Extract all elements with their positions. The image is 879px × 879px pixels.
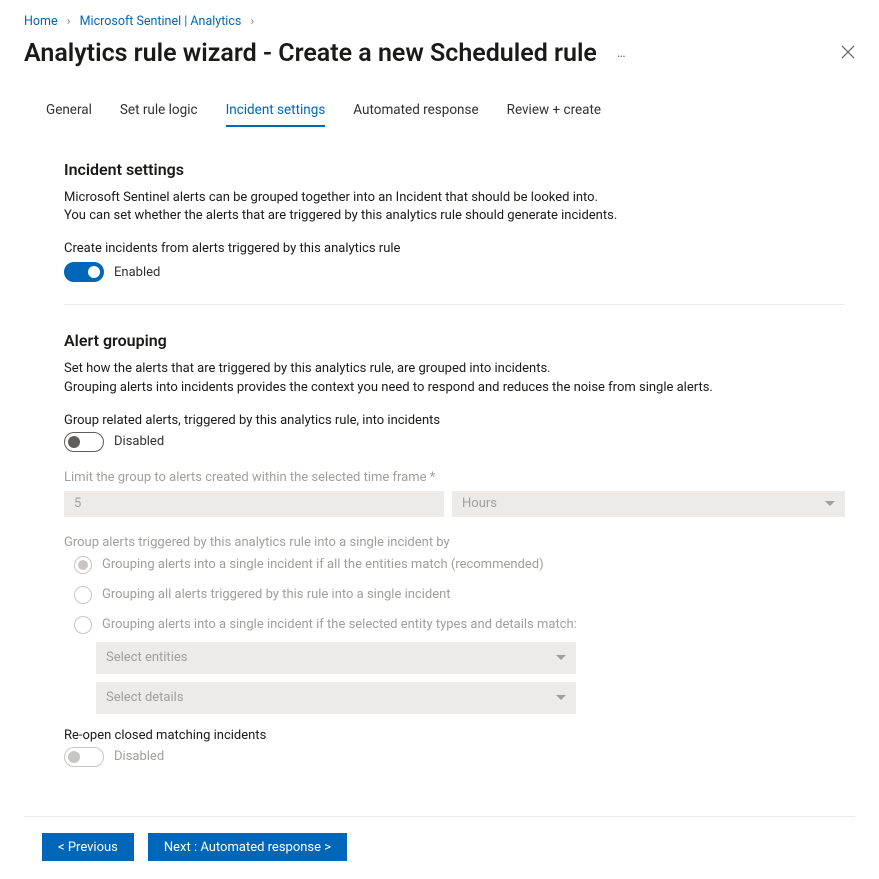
select-entities[interactable]: Select entities xyxy=(96,642,576,674)
select-details[interactable]: Select details xyxy=(96,682,576,714)
reopen-closed-toggle-state: Disabled xyxy=(114,749,164,764)
close-icon[interactable] xyxy=(841,44,855,63)
limit-timeframe-unit-value: Hours xyxy=(462,496,497,511)
more-icon[interactable]: … xyxy=(617,46,628,61)
limit-timeframe-unit-select[interactable]: Hours xyxy=(452,491,845,517)
create-incidents-toggle-state: Enabled xyxy=(114,265,160,280)
group-related-toggle[interactable] xyxy=(64,432,104,452)
tab-review-create[interactable]: Review + create xyxy=(507,96,601,126)
reopen-closed-toggle[interactable] xyxy=(64,747,104,767)
header: Analytics rule wizard - Create a new Sch… xyxy=(24,39,855,68)
radio-selected-types-label: Grouping alerts into a single incident i… xyxy=(102,617,577,632)
chevron-right-icon: › xyxy=(67,14,71,29)
incident-settings-description: Microsoft Sentinel alerts can be grouped… xyxy=(64,189,845,225)
select-details-placeholder: Select details xyxy=(106,690,184,705)
group-by-label: Group alerts triggered by this analytics… xyxy=(64,535,845,550)
next-button[interactable]: Next : Automated response > xyxy=(148,833,347,861)
create-incidents-toggle[interactable] xyxy=(64,262,104,282)
page-title: Analytics rule wizard - Create a new Sch… xyxy=(24,39,597,68)
select-entities-placeholder: Select entities xyxy=(106,650,187,665)
radio-all-alerts-label: Grouping all alerts triggered by this ru… xyxy=(102,587,451,602)
section-heading-alert-grouping: Alert grouping xyxy=(64,331,845,350)
divider xyxy=(64,304,845,305)
limit-timeframe-input[interactable]: 5 xyxy=(64,491,444,517)
tab-general[interactable]: General xyxy=(46,96,92,126)
group-related-toggle-state: Disabled xyxy=(114,434,164,449)
section-heading-incident-settings: Incident settings xyxy=(64,160,845,179)
chevron-down-icon xyxy=(825,501,835,506)
tab-incident-settings[interactable]: Incident settings xyxy=(226,96,326,126)
tabs: General Set rule logic Incident settings… xyxy=(24,96,855,126)
chevron-right-icon: › xyxy=(250,14,254,29)
tab-automated-response[interactable]: Automated response xyxy=(353,96,478,126)
group-by-radio-group: Grouping alerts into a single incident i… xyxy=(64,556,845,714)
limit-timeframe-label: Limit the group to alerts created within… xyxy=(64,470,845,485)
tab-set-rule-logic[interactable]: Set rule logic xyxy=(120,96,198,126)
chevron-down-icon xyxy=(556,655,566,660)
group-related-label: Group related alerts, triggered by this … xyxy=(64,413,845,428)
breadcrumb-link-home[interactable]: Home xyxy=(24,14,58,29)
breadcrumb: Home › Microsoft Sentinel | Analytics › xyxy=(24,14,855,29)
radio-entities-match-label: Grouping alerts into a single incident i… xyxy=(102,557,544,572)
reopen-closed-label: Re-open closed matching incidents xyxy=(64,728,845,743)
radio-entities-match[interactable] xyxy=(74,556,92,574)
footer: < Previous Next : Automated response > xyxy=(24,816,855,861)
radio-selected-types[interactable] xyxy=(74,616,92,634)
previous-button[interactable]: < Previous xyxy=(42,833,134,861)
alert-grouping-description: Set how the alerts that are triggered by… xyxy=(64,360,845,396)
radio-all-alerts[interactable] xyxy=(74,586,92,604)
create-incidents-label: Create incidents from alerts triggered b… xyxy=(64,241,845,256)
breadcrumb-link-sentinel[interactable]: Microsoft Sentinel | Analytics xyxy=(80,14,242,29)
chevron-down-icon xyxy=(556,695,566,700)
